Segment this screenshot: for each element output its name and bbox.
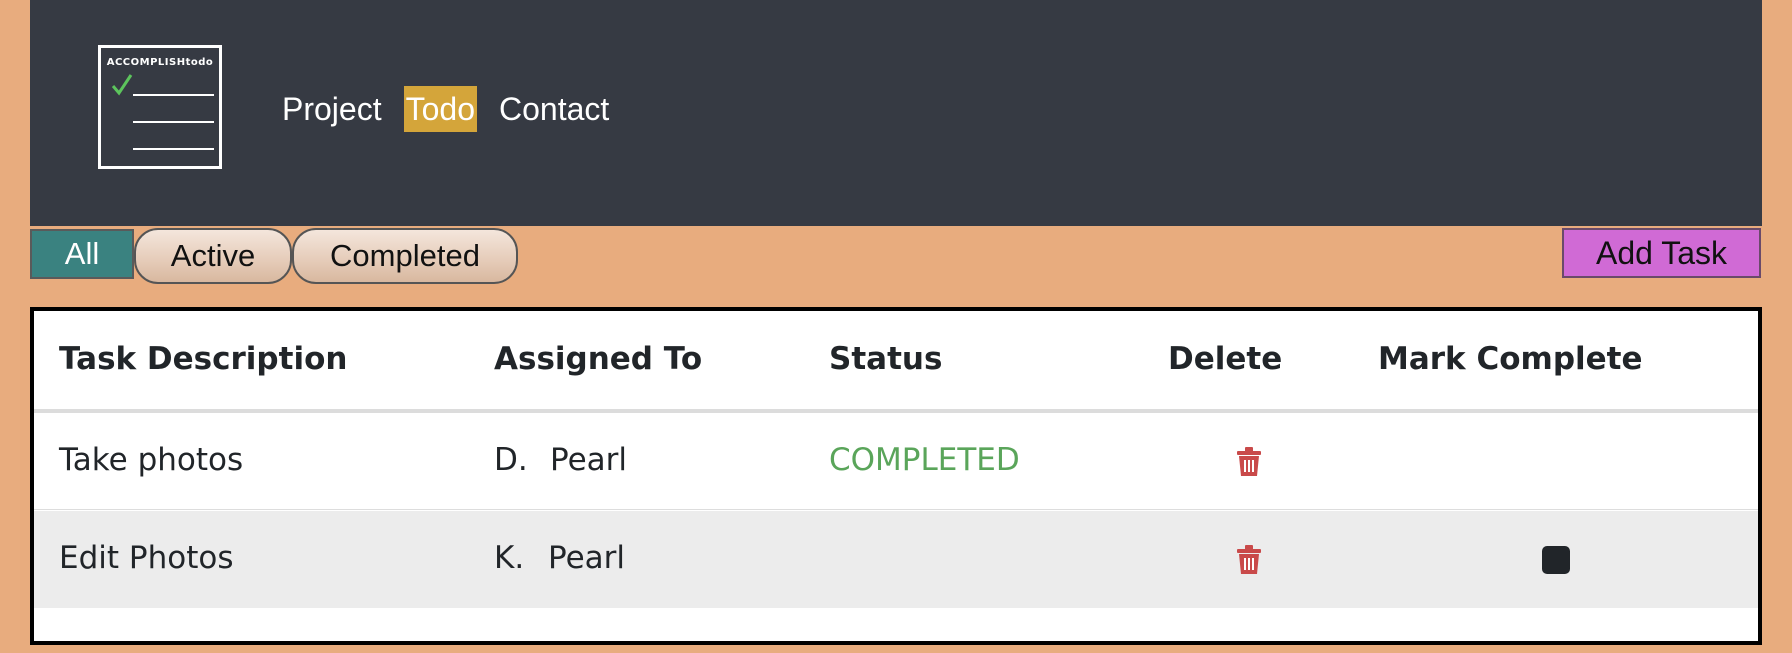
assigned-name: Pearl [550, 442, 628, 478]
assigned-initial: K. [494, 540, 525, 576]
column-header-assigned: Assigned To [494, 341, 703, 377]
status-text: COMPLETED [829, 442, 1020, 478]
filter-active-button[interactable]: Active [134, 228, 292, 284]
assigned-name: Pearl [548, 540, 626, 576]
nav-project[interactable]: Project [280, 86, 384, 132]
add-task-button[interactable]: Add Task [1562, 228, 1761, 278]
checkmark-icon [111, 74, 214, 150]
nav-todo[interactable]: Todo [403, 86, 477, 132]
logo[interactable]: ACCOMPLISHtodo [98, 45, 222, 169]
task-description: Take photos [59, 442, 244, 478]
assigned-initial: D. [494, 442, 528, 478]
column-header-description: Task Description [59, 341, 348, 377]
filter-bar: All Active Completed [30, 228, 518, 284]
mark-complete-checkbox[interactable] [1542, 546, 1570, 574]
column-header-mark-complete: Mark Complete [1378, 341, 1643, 377]
filter-all-button[interactable]: All [30, 229, 134, 279]
task-table: Task Description Assigned To Status Dele… [30, 307, 1762, 645]
main-nav: Project Todo Contact [280, 86, 611, 132]
nav-contact[interactable]: Contact [497, 86, 611, 132]
table-row: Take photos D. Pearl COMPLETED [34, 413, 1758, 510]
filter-completed-button[interactable]: Completed [292, 228, 518, 284]
trash-icon[interactable] [1236, 447, 1262, 477]
table-row: Edit Photos K. Pearl [34, 511, 1758, 608]
column-header-delete: Delete [1168, 341, 1283, 377]
table-header: Task Description Assigned To Status Dele… [34, 311, 1758, 413]
column-header-status: Status [829, 341, 943, 377]
app-header: ACCOMPLISHtodo Project Todo Contact [30, 0, 1762, 226]
trash-icon[interactable] [1236, 545, 1262, 575]
task-description: Edit Photos [59, 540, 234, 576]
